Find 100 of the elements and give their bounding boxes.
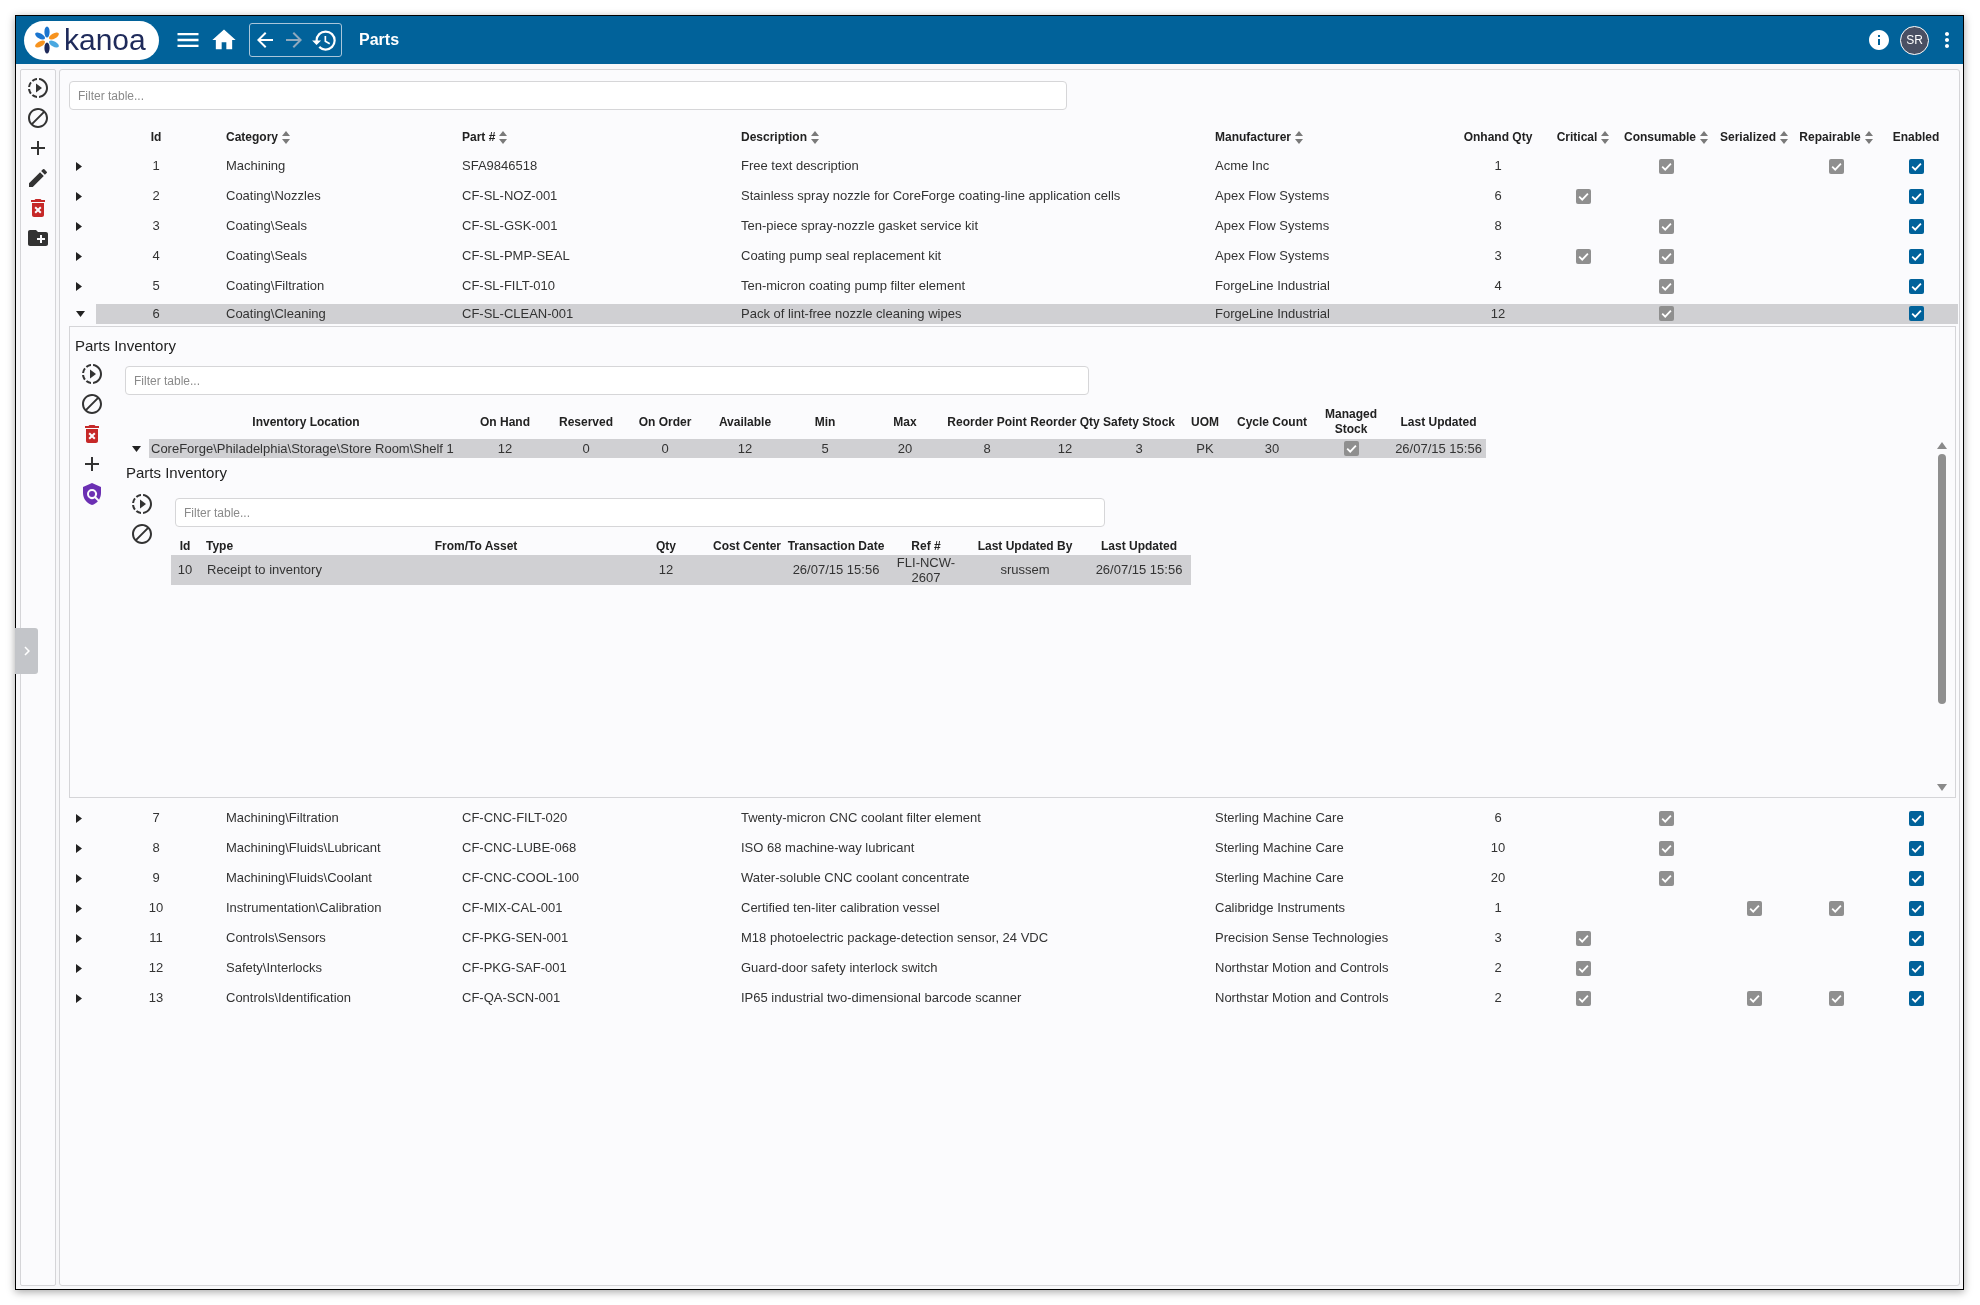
table-cell: PK (1196, 440, 1214, 457)
logo[interactable]: kanoa (24, 20, 159, 60)
checkbox[interactable] (1908, 810, 1924, 826)
table-cell: 10 (177, 562, 193, 578)
checkbox[interactable] (1575, 248, 1591, 264)
table-row[interactable]: 8 Machining\Fluids\Lubricant CF-CNC-LUBE-068 ISO 68 machine-way lubricant Sterling Machine Care 10 (96, 838, 1958, 858)
checkbox[interactable] (1828, 990, 1844, 1006)
column-header: Min (814, 414, 836, 430)
checkbox[interactable] (1908, 930, 1924, 946)
checkbox[interactable] (1658, 870, 1674, 886)
shield-search-icon[interactable] (80, 482, 104, 506)
table-cell: SFA9846518 (462, 158, 538, 174)
table-row[interactable]: 7 Machining\Filtration CF-CNC-FILT-020 Twenty-micron CNC coolant filter element Sterling Machine Care 6 (96, 808, 1958, 828)
ban-icon[interactable] (130, 522, 154, 546)
table-cell: 8 (1494, 218, 1502, 234)
table-cell: 2 (1494, 960, 1502, 976)
table-cell: Northstar Motion and Controls (1215, 990, 1389, 1006)
table-row[interactable]: 1 Machining SFA9846518 Free text description Acme Inc 1 (96, 156, 1958, 176)
column-header: Safety Stock (1103, 414, 1175, 430)
pencil-icon[interactable] (26, 166, 50, 190)
sort-icon[interactable] (1780, 130, 1788, 144)
table-row[interactable]: 6 Coating\Cleaning CF-SL-CLEAN-001 Pack of lint-free nozzle cleaning wipes ForgeLine Industrial 12 (96, 303, 1958, 324)
caret-right-icon[interactable] (76, 903, 82, 913)
caret-down-icon[interactable] (76, 310, 85, 317)
checkbox[interactable] (1746, 900, 1762, 916)
table-cell: 13 (148, 990, 164, 1006)
checkbox[interactable] (1658, 306, 1674, 321)
table-row[interactable]: 13 Controls\Identification CF-QA-SCN-001 IP65 industrial two-dimensional barcode scanner Northstar Motion and Controls 2 (96, 988, 1958, 1008)
checkbox[interactable] (1575, 188, 1591, 204)
sort-icon[interactable] (1295, 130, 1303, 144)
table-cell: 3 (1135, 440, 1143, 457)
checkbox[interactable] (1908, 218, 1924, 234)
caret-down-icon[interactable] (132, 445, 141, 452)
checkbox[interactable] (1908, 188, 1924, 204)
caret-right-icon[interactable] (76, 221, 82, 231)
checkbox[interactable] (1908, 990, 1924, 1006)
caret-right-icon[interactable] (76, 813, 82, 823)
checkbox[interactable] (1908, 900, 1924, 916)
table-row[interactable]: 5 Coating\Filtration CF-SL-FILT-010 Ten-micron coating pump filter element ForgeLine Industrial 4 (96, 276, 1958, 296)
checkbox[interactable] (1658, 278, 1674, 294)
caret-right-icon[interactable] (76, 933, 82, 943)
user-avatar[interactable]: SR (1900, 25, 1929, 55)
checkbox[interactable] (1575, 960, 1591, 976)
table-cell: Water-soluble CNC coolant concentrate (741, 870, 970, 886)
filter-field[interactable]: Filter table... (175, 498, 1105, 527)
scroll-up-icon[interactable] (1937, 442, 1947, 449)
caret-right-icon[interactable] (76, 873, 82, 883)
filter-field[interactable]: Filter table... (125, 366, 1089, 395)
checkbox[interactable] (1658, 248, 1674, 264)
table-row[interactable]: 4 Coating\Seals CF-SL-PMP-SEAL Coating pump seal replacement kit Apex Flow Systems 3 (96, 246, 1958, 266)
checkbox[interactable] (1575, 930, 1591, 946)
ban-icon[interactable] (26, 106, 50, 130)
checkbox[interactable] (1908, 840, 1924, 856)
scroll-down-icon[interactable] (1937, 784, 1947, 791)
caret-right-icon[interactable] (76, 963, 82, 973)
checkbox[interactable] (1908, 278, 1924, 294)
checkbox[interactable] (1658, 840, 1674, 856)
table-cell: 26/07/15 15:56 (1395, 440, 1482, 457)
checkbox[interactable] (1908, 158, 1924, 174)
checkbox[interactable] (1343, 441, 1359, 456)
column-header: Max (893, 414, 917, 430)
checkbox[interactable] (1828, 900, 1844, 916)
sort-icon[interactable] (282, 130, 290, 144)
column-header: Id (179, 538, 191, 554)
table-row[interactable]: 11 Controls\Sensors CF-PKG-SEN-001 M18 photoelectric package-detection sensor, 24 VDC Precision Sense Technologies 3 (96, 928, 1958, 948)
caret-right-icon[interactable] (76, 191, 82, 201)
checkbox[interactable] (1908, 248, 1924, 264)
sort-icon[interactable] (1601, 130, 1610, 144)
table-row[interactable]: 3 Coating\Seals CF-SL-GSK-001 Ten-piece spray-nozzle gasket service kit Apex Flow Systems 8 (96, 216, 1958, 236)
filter-field[interactable]: Filter table... (69, 81, 1067, 110)
table-cell: CF-MIX-CAL-001 (462, 900, 563, 916)
table-row[interactable]: 2 Coating\Nozzles CF-SL-NOZ-001 Stainless spray nozzle for CoreForge coating-line application cells Apex Flow Systems 6 (96, 186, 1958, 206)
table-row[interactable]: 10 Instrumentation\Calibration CF-MIX-CAL-001 Certified ten-liter calibration vessel Calibridge Instruments 1 (96, 898, 1958, 918)
checkbox[interactable] (1908, 306, 1924, 321)
checkbox[interactable] (1746, 990, 1762, 1006)
checkbox[interactable] (1658, 158, 1674, 174)
checkbox[interactable] (1658, 810, 1674, 826)
info-icon[interactable] (1867, 28, 1891, 52)
checkbox[interactable] (1828, 158, 1844, 174)
caret-right-icon[interactable] (76, 993, 82, 1003)
checkbox[interactable] (1575, 990, 1591, 1006)
table-cell: Sterling Machine Care (1215, 870, 1344, 886)
caret-right-icon[interactable] (76, 251, 82, 261)
ban-icon[interactable] (80, 392, 104, 416)
sort-icon[interactable] (1700, 130, 1708, 144)
table-row[interactable]: 9 Machining\Fluids\Coolant CF-CNC-COOL-100 Water-soluble CNC coolant concentrate Sterling Machine Care 20 (96, 868, 1958, 888)
table-row[interactable]: CoreForge\Philadelphia\Storage\Store Room\Shelf 1 12 0 0 12 5 20 8 12 3 PK 30 26/07/15 15:56 (149, 439, 1486, 458)
scrollbar-thumb[interactable] (1938, 454, 1946, 704)
checkbox[interactable] (1908, 870, 1924, 886)
table-row[interactable]: 12 Safety\Interlocks CF-PKG-SAF-001 Guard-door safety interlock switch Northstar Motion and Controls 2 (96, 958, 1958, 978)
sort-icon[interactable] (811, 130, 819, 144)
caret-right-icon[interactable] (76, 843, 82, 853)
column-header: Category (226, 129, 278, 146)
caret-right-icon[interactable] (76, 161, 82, 171)
sort-icon[interactable] (499, 130, 508, 144)
table-row[interactable]: 10 Receipt to inventory 12 26/07/15 15:56 FLI-NCW-2607 srussem 26/07/15 15:56 (171, 555, 1191, 585)
checkbox[interactable] (1658, 218, 1674, 234)
caret-right-icon[interactable] (76, 281, 82, 291)
sort-icon[interactable] (1864, 130, 1873, 144)
checkbox[interactable] (1908, 960, 1924, 976)
